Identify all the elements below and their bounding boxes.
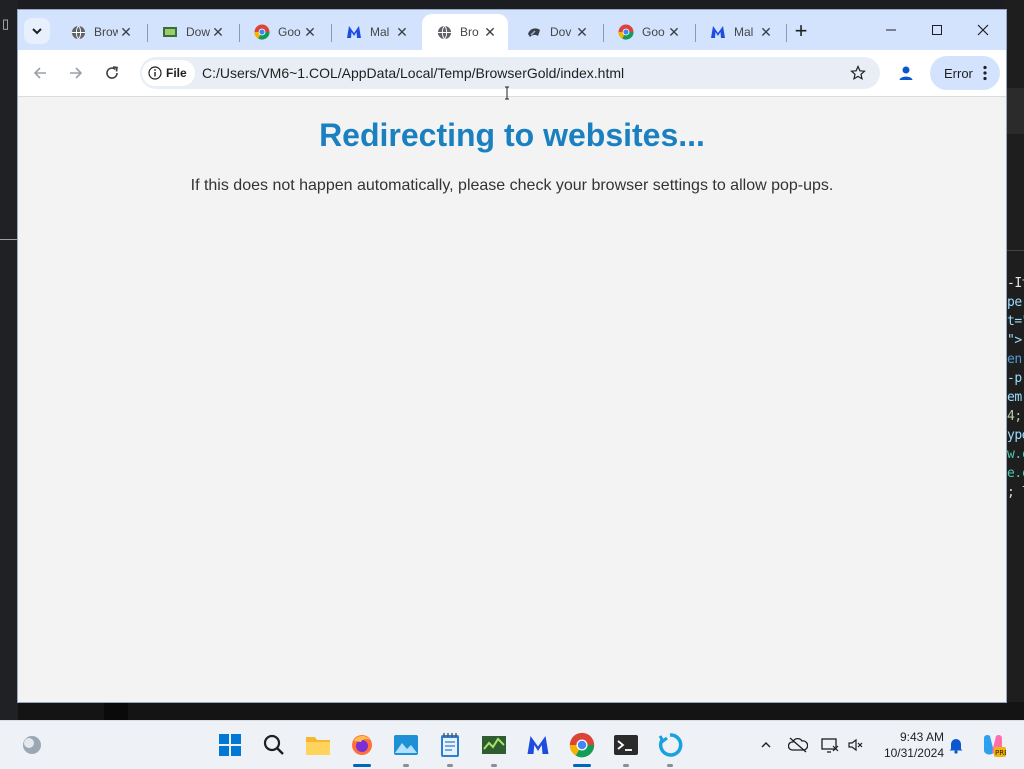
minimize-icon xyxy=(886,29,896,31)
close-tab-icon[interactable]: ✕ xyxy=(666,24,682,40)
back-arrow-icon xyxy=(33,67,46,79)
close-tab-icon[interactable]: ✕ xyxy=(574,24,590,40)
start-icon[interactable] xyxy=(214,729,246,761)
tab-title: Dow xyxy=(186,25,210,39)
text-cursor-icon xyxy=(505,86,509,100)
minimize-button[interactable] xyxy=(868,10,914,50)
profile-error-button[interactable]: Error xyxy=(930,56,1000,90)
file-explorer-icon[interactable] xyxy=(302,729,334,761)
more-menu-icon xyxy=(983,65,987,81)
malwarebytes-icon xyxy=(710,24,726,40)
close-tab-icon[interactable]: ✕ xyxy=(210,24,226,40)
speaker-muted-icon[interactable] xyxy=(846,735,866,755)
close-tab-icon[interactable]: ✕ xyxy=(118,24,134,40)
tab-strip: Brow ✕ Dow ✕ Goo ✕ Mal ✕ Bro ✕ Dov ✕ Goo… xyxy=(18,10,1006,50)
chevron-down-icon xyxy=(32,28,42,35)
desktop-bottom-edge xyxy=(18,702,1024,720)
onedrive-cloud-icon[interactable] xyxy=(788,735,808,755)
forward-button[interactable] xyxy=(62,59,90,87)
tab-malwarebytes-1[interactable]: Mal ✕ xyxy=(332,14,420,50)
task-manager-icon[interactable] xyxy=(478,729,510,761)
close-tab-icon[interactable]: ✕ xyxy=(394,24,410,40)
close-tab-icon[interactable]: ✕ xyxy=(758,24,774,40)
network-monitor-icon[interactable] xyxy=(820,735,840,755)
profile-error-label: Error xyxy=(944,65,973,81)
svg-text:PRE: PRE xyxy=(995,749,1006,757)
url-text[interactable]: C:/Users/VM6~1.COL/AppData/Local/Temp/Br… xyxy=(202,65,624,81)
tab-download-1[interactable]: Dow ✕ xyxy=(148,14,236,50)
close-icon xyxy=(977,24,989,36)
notification-bell-icon[interactable] xyxy=(946,735,966,755)
address-bar[interactable]: File C:/Users/VM6~1.COL/AppData/Local/Te… xyxy=(140,57,880,89)
tab-download-2[interactable]: Dov ✕ xyxy=(512,14,600,50)
tab-title: Goo xyxy=(278,25,301,39)
tab-google-1[interactable]: Goo ✕ xyxy=(240,14,328,50)
copilot-icon[interactable]: PRE xyxy=(980,732,1006,758)
profile-avatar-icon xyxy=(899,66,913,80)
tab-browser-1[interactable]: Brow ✕ xyxy=(56,14,144,50)
redirect-message: If this does not happen automatically, p… xyxy=(190,177,834,194)
tab-title: Mal xyxy=(734,25,754,39)
download-app-icon xyxy=(162,24,178,40)
reload-button[interactable] xyxy=(98,59,126,87)
bookmark-star-button[interactable] xyxy=(848,63,868,83)
search-icon[interactable] xyxy=(258,729,290,761)
tab-title: Mal xyxy=(370,25,390,39)
globe-icon xyxy=(70,24,86,40)
desktop-left-edge: ▯ xyxy=(0,0,18,720)
taskbar: 9:43 AM 10/31/2024 PRE xyxy=(0,720,1024,769)
tab-title: Brow xyxy=(94,25,118,39)
malwarebytes-icon xyxy=(346,24,362,40)
maximize-button[interactable] xyxy=(914,10,960,50)
tab-google-2[interactable]: Goo ✕ xyxy=(604,14,692,50)
globe-icon xyxy=(436,24,452,40)
terminal-icon[interactable] xyxy=(610,729,642,761)
chrome-icon xyxy=(254,24,270,40)
info-icon xyxy=(148,66,162,80)
firefox-icon[interactable] xyxy=(346,729,378,761)
chrome-icon[interactable] xyxy=(566,729,598,761)
page-content: Redirecting to websites... If this does … xyxy=(18,97,1006,702)
background-window-icon: ▯ xyxy=(2,16,10,31)
site-info-chip[interactable]: File xyxy=(142,60,195,86)
profile-button[interactable] xyxy=(894,61,918,85)
reload-icon xyxy=(106,66,118,79)
forward-arrow-icon xyxy=(70,67,83,79)
tab-title: Bro xyxy=(460,25,479,39)
back-button[interactable] xyxy=(26,59,54,87)
close-window-button[interactable] xyxy=(960,10,1006,50)
browser-toolbar: File C:/Users/VM6~1.COL/AppData/Local/Te… xyxy=(18,50,1006,96)
weather-widget-icon[interactable] xyxy=(16,729,48,761)
site-info-label: File xyxy=(166,66,187,80)
close-tab-icon[interactable]: ✕ xyxy=(482,24,498,40)
download-app-icon xyxy=(526,24,542,40)
app-loop-icon[interactable] xyxy=(654,729,686,761)
close-tab-icon[interactable]: ✕ xyxy=(302,24,318,40)
tab-malwarebytes-2[interactable]: Mal ✕ xyxy=(696,14,784,50)
clock-date: 10/31/2024 xyxy=(883,746,944,760)
malwarebytes-icon[interactable] xyxy=(522,729,554,761)
chrome-icon xyxy=(618,24,634,40)
clock-time: 9:43 AM xyxy=(899,730,944,744)
background-code-editor: -It pe t=" "> en -p em 4; ype w.c e.c ; … xyxy=(1006,0,1024,702)
show-hidden-icons-chevron-icon[interactable] xyxy=(756,735,776,755)
tab-title: Dov xyxy=(550,25,572,39)
page-heading: Redirecting to websites... xyxy=(319,117,705,153)
star-icon xyxy=(850,65,866,81)
tab-search-button[interactable] xyxy=(24,18,50,44)
photos-icon[interactable] xyxy=(390,729,422,761)
browser-window: Brow ✕ Dow ✕ Goo ✕ Mal ✕ Bro ✕ Dov ✕ Goo… xyxy=(18,10,1006,702)
maximize-icon xyxy=(932,25,942,35)
new-tab-button[interactable]: + xyxy=(788,18,814,44)
tab-title: Goo xyxy=(642,25,665,39)
taskbar-clock[interactable]: 9:43 AM 10/31/2024 xyxy=(870,729,944,761)
tab-browser-active[interactable]: Bro ✕ xyxy=(422,14,508,50)
notepad-icon[interactable] xyxy=(434,729,466,761)
